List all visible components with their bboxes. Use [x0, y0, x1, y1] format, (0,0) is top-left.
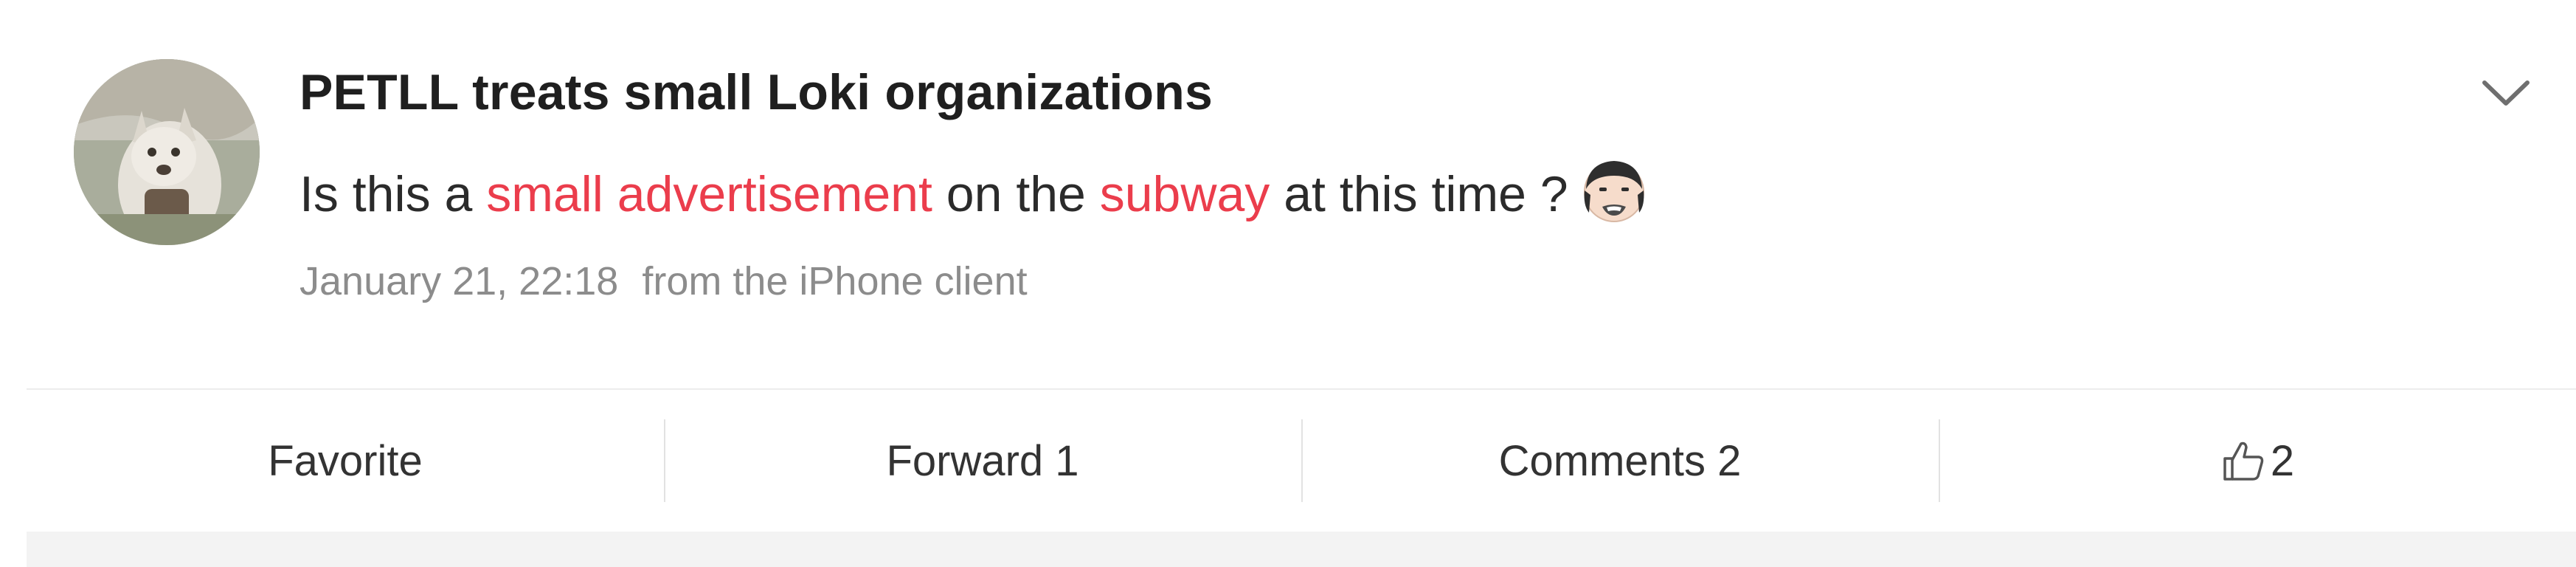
- topic-link-small-advertisement[interactable]: small advertisement: [486, 166, 932, 222]
- like-count: 2: [2270, 436, 2295, 485]
- chevron-down-icon[interactable]: [2479, 71, 2533, 115]
- forward-label: Forward 1: [886, 436, 1079, 485]
- post-source[interactable]: from the iPhone client: [642, 259, 1027, 303]
- favorite-label: Favorite: [268, 436, 423, 485]
- comments-label: Comments 2: [1498, 436, 1742, 485]
- topic-link-subway[interactable]: subway: [1100, 166, 1270, 222]
- forward-button[interactable]: Forward 1: [664, 390, 1301, 532]
- post-timestamp[interactable]: January 21, 22:18: [300, 259, 618, 303]
- feed-post-card: PETLL treats small Loki organizations Is…: [0, 0, 2576, 567]
- thumbs-up-icon: [2220, 438, 2266, 484]
- post-author-name[interactable]: PETLL treats small Loki organizations: [300, 63, 1213, 121]
- post-text-part: on the: [932, 166, 1100, 222]
- like-button[interactable]: 2: [1939, 390, 2576, 532]
- avatar[interactable]: [74, 59, 260, 245]
- face-emoji-icon: [1577, 154, 1651, 227]
- favorite-button[interactable]: Favorite: [27, 390, 664, 532]
- card-separator: [27, 532, 2576, 567]
- post-text-part: at this time ?: [1270, 166, 1568, 222]
- comments-button[interactable]: Comments 2: [1301, 390, 1939, 532]
- post-meta: January 21, 22:18 from the iPhone client: [300, 258, 1028, 304]
- avatar-photo: [74, 59, 260, 245]
- post-text-part: Is this a: [300, 166, 487, 222]
- action-bar: Favorite Forward 1 Comments 2 2: [27, 390, 2576, 532]
- post-text: Is this a small advertisement on the sub…: [300, 154, 1651, 227]
